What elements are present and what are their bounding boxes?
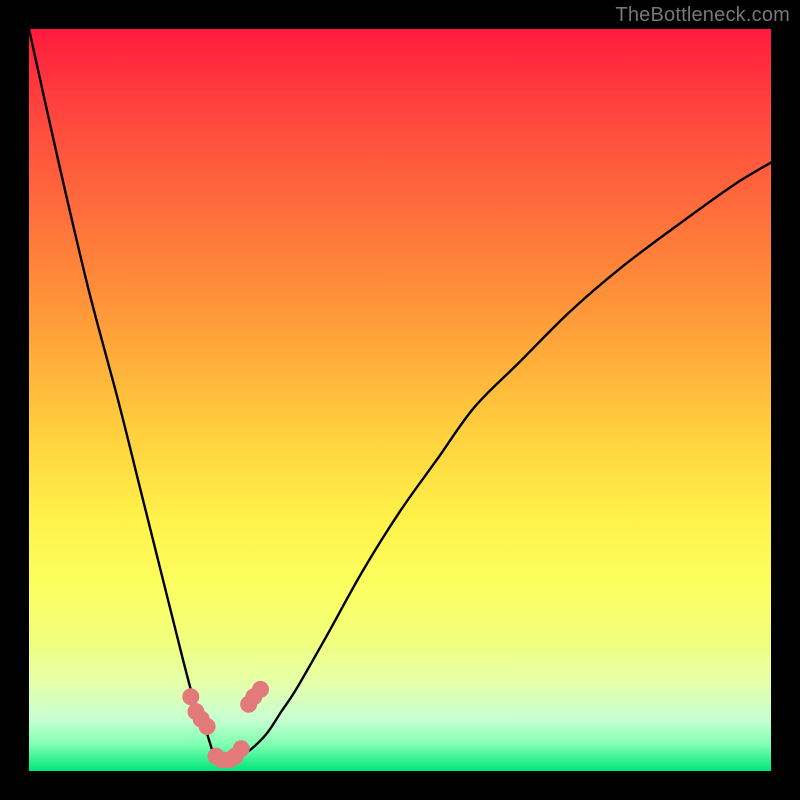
marker-dot [233, 740, 250, 757]
marker-dot [252, 681, 269, 698]
chart-frame: TheBottleneck.com [0, 0, 800, 800]
marker-dot [182, 688, 199, 705]
marker-dot [199, 718, 216, 735]
marker-layer [29, 29, 771, 771]
watermark-text: TheBottleneck.com [615, 4, 790, 27]
plot-area [29, 29, 771, 771]
bottom-markers [182, 681, 269, 768]
